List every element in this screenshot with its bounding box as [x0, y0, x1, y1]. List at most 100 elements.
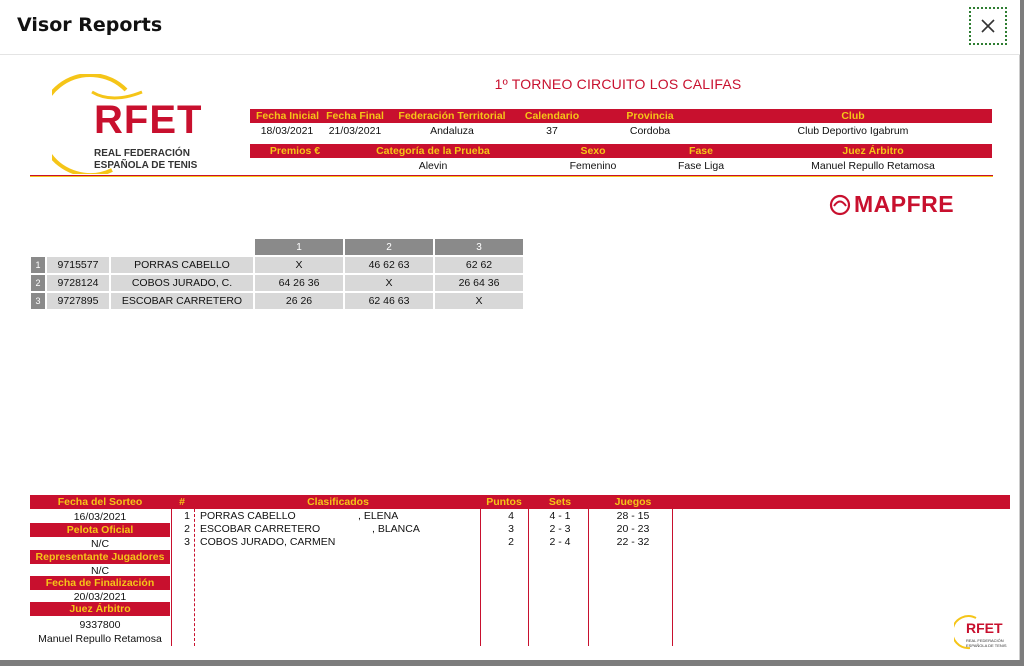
- player-id: 9727895: [47, 293, 109, 309]
- player-name: COBOS JURADO, C.: [111, 275, 253, 291]
- standings-sets: 4 - 1: [549, 510, 571, 522]
- divider: [672, 509, 673, 646]
- side-pelota: N/C: [90, 538, 110, 550]
- results-matrix: 1 2 3 1 9715577 PORRAS CABELLO X 46 62 6…: [29, 237, 525, 311]
- standings-pos: 1: [184, 510, 190, 522]
- match-result: 26 26: [255, 293, 343, 309]
- standings-surname: COBOS JURADO, CARMEN: [200, 536, 336, 548]
- side-fecha-sorteo: 16/03/2021: [73, 511, 127, 523]
- standings-hdr-juegos: Juegos: [606, 495, 660, 509]
- standings-surname: ESCOBAR CARRETERO: [200, 523, 321, 535]
- side-juez-id: 9337800: [79, 619, 121, 631]
- hdr-federacion: Federación Territorial: [393, 109, 511, 123]
- val-juez: Manuel Repullo Retamosa: [811, 160, 935, 172]
- side-juez-name: Manuel Repullo Retamosa: [38, 633, 162, 645]
- divider: [588, 509, 589, 646]
- val-categoria: Alevin: [418, 160, 448, 172]
- side-pelota-label: Pelota Oficial: [30, 523, 170, 537]
- hdr-juez: Juez Árbitro: [818, 144, 928, 158]
- modal-header: Visor Reports: [0, 0, 1020, 55]
- side-fecha-sorteo-label: Fecha del Sorteo: [30, 495, 170, 509]
- tournament-title: 1º TORNEO CIRCUITO LOS CALIFAS: [494, 76, 742, 92]
- mapfre-logo: MAPFRE: [828, 191, 988, 218]
- matrix-row: 3 9727895 ESCOBAR CARRETERO 26 26 62 46 …: [31, 293, 523, 309]
- side-representante-label: Representante Jugadores: [30, 550, 170, 564]
- matrix-blank: [47, 239, 109, 255]
- standings-pos: 2: [184, 523, 190, 535]
- val-sexo: Femenino: [569, 160, 617, 172]
- matrix-row-index: 1: [31, 257, 45, 273]
- logo-line2: ESPAÑOLA DE TENIS: [94, 160, 198, 171]
- match-result: 62 46 63: [345, 293, 433, 309]
- standings-firstname: , ELENA: [358, 510, 399, 522]
- match-result: X: [255, 257, 343, 273]
- close-button[interactable]: [969, 7, 1007, 45]
- hdr-calendario: Calendario: [520, 109, 584, 123]
- val-calendario: 37: [546, 125, 558, 137]
- standings-hdr-puntos: Puntos: [482, 495, 526, 509]
- player-id: 9728124: [47, 275, 109, 291]
- match-result: 62 62: [435, 257, 523, 273]
- report-viewer-modal: Visor Reports RFET REAL FEDERACIÓN ESPAÑ…: [0, 0, 1020, 660]
- standings-surname: PORRAS CABELLO: [200, 510, 296, 522]
- match-result: 26 64 36: [435, 275, 523, 291]
- standings-juegos: 28 - 15: [616, 510, 650, 522]
- hdr-fecha-inicial: Fecha Inicial: [256, 109, 320, 123]
- side-finalizacion-label: Fecha de Finalización: [30, 576, 170, 590]
- standings-juegos: 22 - 32: [616, 536, 650, 548]
- matrix-col-2: 2: [345, 239, 433, 255]
- val-federacion: Andaluza: [430, 125, 474, 137]
- rfet-small-logo: RFET REAL FEDERACIÓN ESPAÑOLA DE TENIS: [951, 614, 1010, 650]
- close-icon: [981, 19, 995, 33]
- standings-sets: 2 - 3: [549, 523, 571, 535]
- val-provincia: Cordoba: [629, 125, 671, 137]
- standings-hdr-num: #: [176, 495, 188, 509]
- match-result: 46 62 63: [345, 257, 433, 273]
- standings-hdr-sets: Sets: [538, 495, 582, 509]
- matrix-row-index: 2: [31, 275, 45, 291]
- hdr-categoria: Categoría de la Prueba: [368, 144, 498, 158]
- small-logo-brand: RFET: [966, 620, 1003, 636]
- match-result: X: [345, 275, 433, 291]
- standings-sets: 2 - 4: [549, 536, 571, 548]
- val-club: Club Deportivo Igabrum: [797, 125, 909, 137]
- standings-puntos: 4: [508, 510, 514, 522]
- sponsor-name: MAPFRE: [854, 191, 955, 217]
- standings-juegos: 20 - 23: [616, 523, 650, 535]
- divider: [171, 509, 172, 646]
- hdr-provincia: Provincia: [613, 109, 687, 123]
- report-document: RFET REAL FEDERACIÓN ESPAÑOLA DE TENIS 1…: [28, 62, 1014, 656]
- hdr-premios: Premios €: [250, 144, 340, 158]
- standings-pos: 3: [184, 536, 190, 548]
- standings-puntos: 3: [508, 523, 514, 535]
- player-id: 9715577: [47, 257, 109, 273]
- standings-firstname: , BLANCA: [372, 523, 420, 535]
- matrix-col-3: 3: [435, 239, 523, 255]
- standings-hdr-clasificados: Clasificados: [258, 495, 418, 509]
- match-result: 64 26 36: [255, 275, 343, 291]
- header-divider: [30, 175, 993, 177]
- mapfre-emblem-icon: [829, 194, 851, 216]
- val-fecha-final: 21/03/2021: [328, 125, 382, 137]
- modal-title: Visor Reports: [17, 14, 163, 36]
- side-juez-label: Juez Árbitro: [30, 602, 170, 616]
- matrix-row-index: 3: [31, 293, 45, 309]
- matrix-blank: [111, 239, 253, 255]
- hdr-sexo: Sexo: [556, 144, 630, 158]
- divider: [528, 509, 529, 646]
- small-logo-line2: ESPAÑOLA DE TENIS: [966, 643, 1007, 648]
- val-fase: Fase Liga: [677, 160, 725, 172]
- matrix-blank: [31, 239, 45, 255]
- logo-brand: RFET: [94, 98, 203, 142]
- match-result: X: [435, 293, 523, 309]
- matrix-row: 2 9728124 COBOS JURADO, C. 64 26 36 X 26…: [31, 275, 523, 291]
- hdr-fase: Fase: [664, 144, 738, 158]
- divider: [480, 509, 481, 646]
- hdr-club: Club: [798, 109, 908, 123]
- matrix-row: 1 9715577 PORRAS CABELLO X 46 62 63 62 6…: [31, 257, 523, 273]
- logo-line1: REAL FEDERACIÓN: [94, 148, 190, 159]
- player-name: PORRAS CABELLO: [111, 257, 253, 273]
- divider: [194, 509, 195, 646]
- player-name: ESCOBAR CARRETERO: [111, 293, 253, 309]
- standings-puntos: 2: [508, 536, 514, 548]
